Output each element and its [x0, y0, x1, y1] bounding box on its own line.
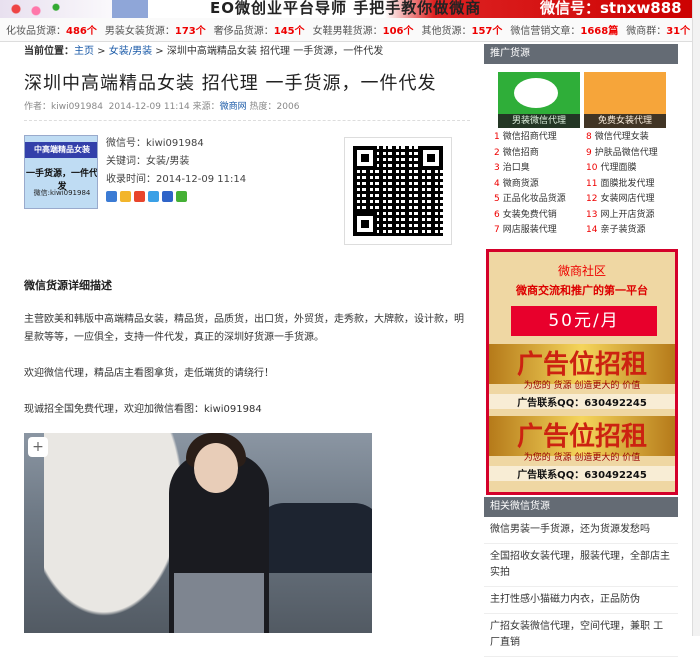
ad-title: 微商社区 — [557, 263, 606, 278]
share-renren-icon[interactable] — [162, 191, 173, 202]
description-paragraph-1: 主营欧美和韩版中高端精品女装，精品货，品质货，出口货，外贸货，走秀款，大牌款，设… — [24, 314, 464, 343]
promo-women-clothing[interactable]: 免费女装代理 — [584, 72, 666, 128]
promo-men-clothing[interactable]: 男装微信代理 — [498, 72, 580, 128]
section-title: 微信货源详细描述 — [24, 279, 112, 292]
list-item[interactable]: 14 亲子装货源 — [586, 223, 678, 239]
site-logo[interactable] — [112, 0, 148, 18]
source-link[interactable]: 微商网 — [220, 102, 247, 112]
keywords: 关键词：女装/男装 — [106, 156, 190, 167]
scrollbar[interactable] — [692, 0, 700, 636]
banner-wechat: 微信号：stnxw888 — [540, 0, 682, 17]
page-title: 深圳中高端精品女装 招代理 一手货源，一件代发 — [24, 73, 437, 94]
category-clothing[interactable]: 男装女装货源：173个 — [105, 22, 206, 37]
promo-link-list: 1 微信招商代理 8 微信代理女装 2 微信招商 9 护肤品微信代理 3 治口臭 10 代理… — [484, 130, 678, 239]
share-weibo-icon[interactable] — [134, 191, 145, 202]
description-paragraph-3: 现诚招全国免费代理，欢迎加微信看图：kiwi091984 — [24, 404, 262, 415]
category-other[interactable]: 其他货源：157个 — [422, 22, 503, 37]
product-photo[interactable]: + — [24, 433, 372, 633]
ad-tagline-2: 为您的 货源 创造更大的 价值 — [523, 452, 641, 463]
list-item[interactable]: 全国招收女装代理，服装代理，全部店主实拍 — [484, 544, 678, 587]
list-item[interactable]: 6 女装免费代销 — [494, 208, 586, 224]
source-info: 微信号：kiwi091984 关键词：女装/男装 收录时间：2014-12-09… — [106, 135, 246, 202]
breadcrumb-home[interactable]: 主页 — [74, 46, 94, 57]
wechat-id: 微信号：kiwi091984 — [106, 138, 204, 149]
list-item[interactable]: 2 微信招商 — [494, 146, 586, 162]
list-item[interactable]: 11 面膜批发代理 — [586, 177, 678, 193]
list-item[interactable]: 9 护肤品微信代理 — [586, 146, 678, 162]
sidebar: 推广货源 男装微信代理 免费女装代理 1 微信招商代理 8 微信代理女装 2 微信招商… — [484, 44, 678, 657]
add-icon[interactable]: + — [28, 437, 48, 457]
breadcrumb-current: 深圳中高端精品女装 招代理 一手货源，一件代发 — [166, 46, 384, 57]
list-item[interactable]: 微信男装一手货源，还为货源发愁吗 — [484, 517, 678, 544]
advertisement-banner[interactable]: 微商社区 微商交流和推广的第一平台 50元/月 广告位招租 为您的 货源 创造更… — [486, 248, 678, 495]
description-paragraph-2: 欢迎微信代理，精品店主看图拿货，走低端货的请绕行！ — [24, 368, 274, 379]
list-item[interactable]: 10 代理面膜 — [586, 161, 678, 177]
list-item[interactable]: 3 治口臭 — [494, 161, 586, 177]
wechat-logo-icon — [514, 78, 558, 108]
divider — [24, 120, 470, 121]
category-shoes[interactable]: 女鞋男鞋货源：106个 — [313, 22, 414, 37]
category-articles[interactable]: 微信营销文章：1668篇 — [510, 22, 618, 37]
ad-subtitle: 微商交流和推广的第一平台 — [516, 283, 648, 297]
share-qzone-icon[interactable] — [120, 191, 131, 202]
share-bar — [106, 191, 246, 202]
flower-decoration — [0, 0, 80, 18]
banner-slogan: EO微创业平台导师 手把手教你做微商 — [210, 0, 482, 17]
category-bar: 化妆品货源：486个 男装女装货源：173个 奢侈品货源：145个 女鞋男鞋货源… — [0, 18, 700, 42]
list-item[interactable]: 8 微信代理女装 — [586, 130, 678, 146]
promo-images: 男装微信代理 免费女装代理 — [484, 72, 678, 128]
ad-tagline: 为您的 货源 创造更大的 价值 — [523, 380, 641, 391]
list-item[interactable]: 7 网店服装代理 — [494, 223, 586, 239]
category-groups[interactable]: 微商群：31个 — [626, 22, 690, 37]
list-item[interactable]: 4 微商货源 — [494, 177, 586, 193]
qr-code — [344, 137, 452, 245]
share-plus-icon[interactable] — [106, 191, 117, 202]
list-item[interactable]: 13 网上开店货源 — [586, 208, 678, 224]
source-thumbnail[interactable]: 中高端精品女装 一手货源，一件代发 微信:kiwi091984 — [24, 135, 98, 209]
ad-contact: 广告联系QQ：630492245 — [489, 393, 675, 409]
list-item[interactable]: 主打性感小猫磁力内衣，正品防伪 — [484, 587, 678, 614]
ad-headline: 广告位招租 — [516, 349, 647, 380]
category-luxury[interactable]: 奢侈品货源：145个 — [214, 22, 305, 37]
list-item[interactable]: 1 微信招商代理 — [494, 130, 586, 146]
list-item[interactable]: 12 女装网店代理 — [586, 192, 678, 208]
category-cosmetics[interactable]: 化妆品货源：486个 — [6, 22, 97, 37]
article-meta: 作者：kiwi091984 2014-12-09 11:14 来源：微商网 热度… — [24, 102, 300, 112]
ad-headline-2: 广告位招租 — [516, 421, 647, 452]
share-tencent-icon[interactable] — [148, 191, 159, 202]
collected-time: 收录时间：2014-12-09 11:14 — [106, 174, 247, 185]
related-header: 相关微信货源 — [484, 496, 678, 517]
breadcrumb-category[interactable]: 女装/男装 — [109, 46, 152, 57]
breadcrumb: 当前位置：主页 > 女装/男装 > 深圳中高端精品女装 招代理 一手货源，一件代… — [24, 46, 384, 57]
top-banner: EO微创业平台导师 手把手教你做微商 微信号：stnxw888 — [0, 0, 700, 18]
main-content: 当前位置：主页 > 女装/男装 > 深圳中高端精品女装 招代理 一手货源，一件代… — [24, 44, 470, 633]
ad-contact-2: 广告联系QQ：630492245 — [489, 465, 675, 481]
list-item[interactable]: 广招女装微信代理，空间代理，兼职 工厂直销 — [484, 614, 678, 657]
source-card: 中高端精品女装 一手货源，一件代发 微信:kiwi091984 微信号：kiwi… — [24, 135, 470, 247]
promo-header: 推广货源 — [484, 44, 678, 64]
list-item[interactable]: 5 正品化妆品货源 — [494, 192, 586, 208]
share-wechat-icon[interactable] — [176, 191, 187, 202]
ad-price: 50元/月 — [511, 305, 657, 336]
